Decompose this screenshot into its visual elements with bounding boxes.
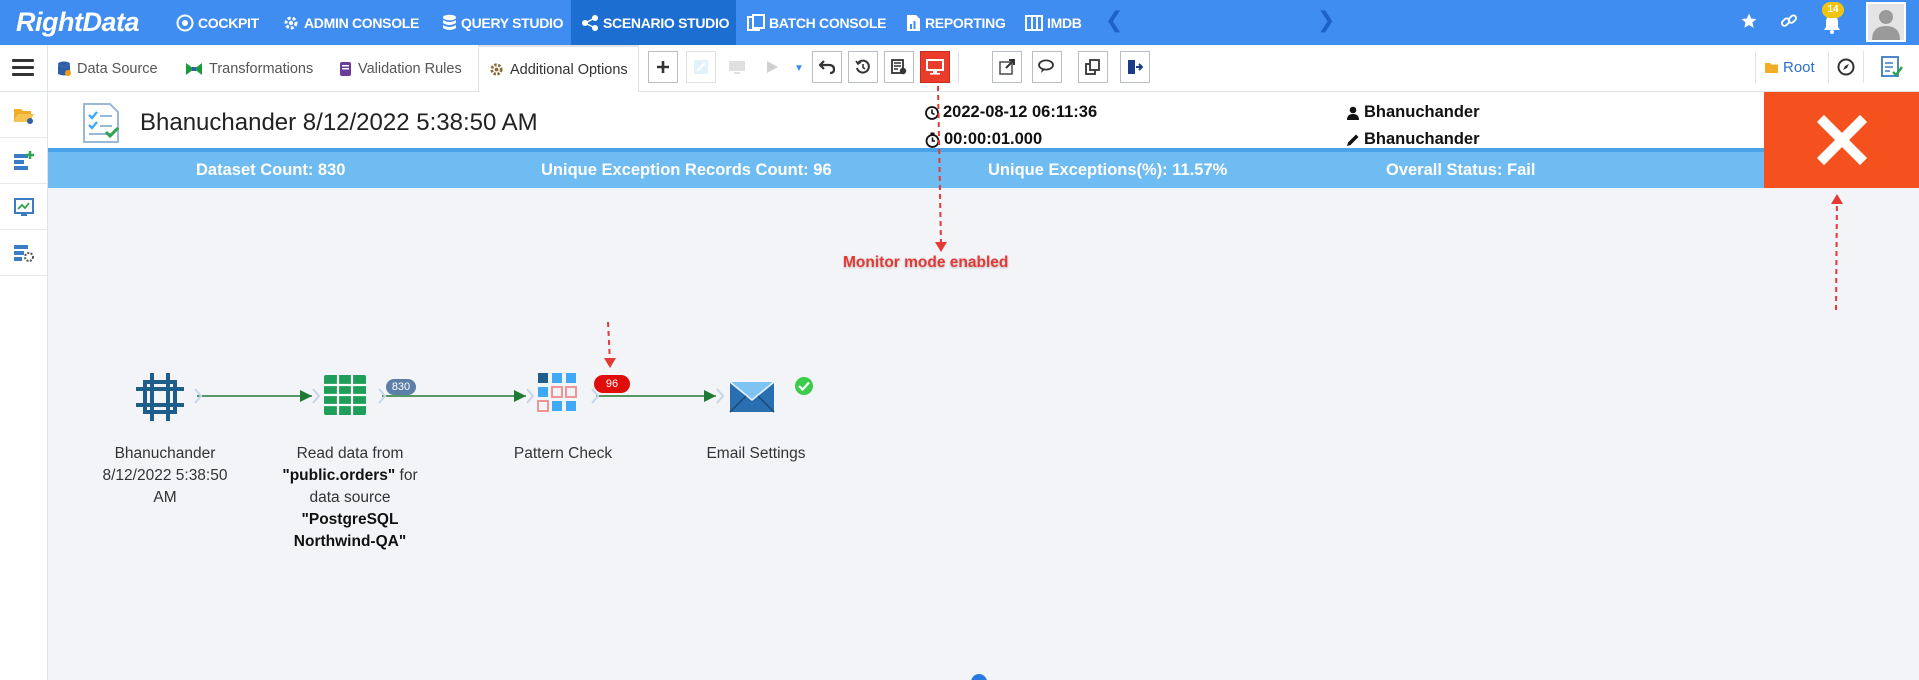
scenario-start-node-label: Bhanuchander 8/12/2022 5:38:50 AM [102, 445, 228, 506]
annotation-arrow-monitor [937, 85, 942, 247]
annotation-arrow-status [1835, 195, 1838, 311]
annotation-arrowhead-monitor [935, 242, 947, 252]
table-data-source-node-icon[interactable] [324, 375, 366, 415]
success-check-icon [795, 377, 813, 395]
annotation-arrowhead-exceptions [604, 358, 616, 368]
scenario-canvas-overlay [136, 85, 1843, 421]
record-count-badge: 830 [386, 379, 416, 395]
annotation-arrow-exceptions [607, 321, 611, 363]
pattern-check-node-label: Pattern Check [513, 445, 613, 462]
scenario-start-node-icon[interactable] [136, 373, 184, 421]
email-settings-node-icon[interactable] [729, 381, 775, 413]
exception-count-badge[interactable]: 96 [594, 375, 630, 393]
data-source-node-label: Read data from "public.orders" for data … [282, 445, 418, 550]
pattern-check-node-icon[interactable] [537, 373, 577, 412]
email-settings-node-label: Email Settings [706, 445, 806, 462]
annotation-arrowhead-status [1831, 194, 1843, 204]
monitor-mode-annotation: Monitor mode enabled [843, 254, 1009, 271]
